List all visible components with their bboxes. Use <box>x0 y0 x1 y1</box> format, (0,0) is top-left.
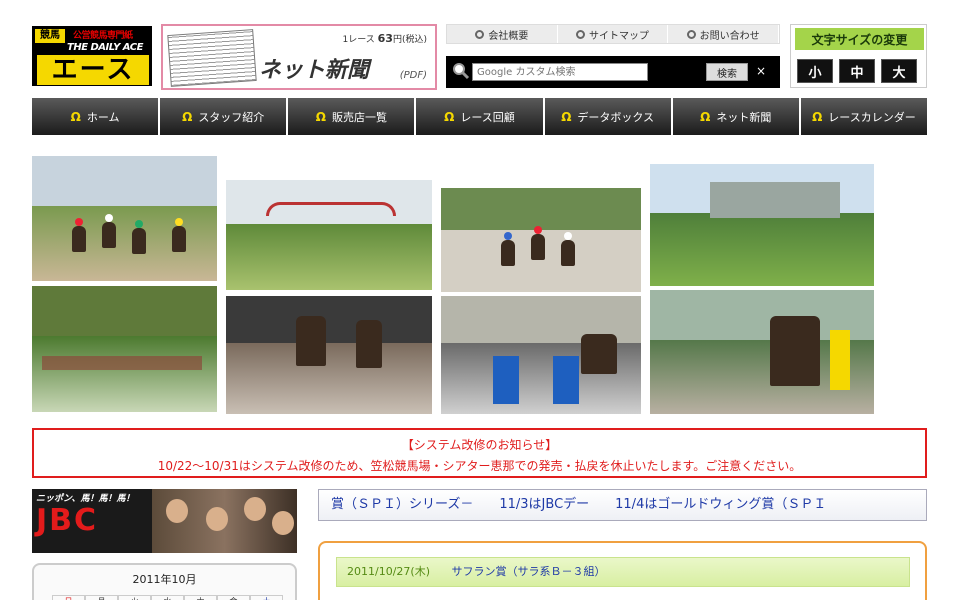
horseshoe-icon: Ω <box>561 109 572 124</box>
main-nav: Ω ホーム Ω スタッフ紹介 Ω 販売店一覧 Ω レース回顧 Ω データボックス Ω ネット… <box>32 98 927 135</box>
font-size-small-button[interactable]: 小 <box>797 59 833 83</box>
nav-item-net-paper[interactable]: Ω ネット新聞 <box>672 98 801 135</box>
photo-collage <box>32 150 874 416</box>
net-paper-banner[interactable]: 1レース 63円(税込) ネット新聞 (PDF) <box>161 24 437 90</box>
net-paper-format: (PDF) <box>399 70 427 81</box>
search-bar: 検索 × <box>446 56 780 88</box>
nav-item-home[interactable]: Ω ホーム <box>32 98 161 135</box>
jbc-people-image <box>152 489 297 553</box>
weekday-mon: 月 <box>85 595 118 600</box>
notice-body: 10/22～10/31はシステム改修のため、笠松競馬場・シアター恵那での発売・払… <box>157 459 802 473</box>
top-link-company[interactable]: 会社概要 <box>447 25 558 43</box>
horseshoe-icon: Ω <box>70 109 81 124</box>
circle-bullet-icon <box>475 29 485 39</box>
horseshoe-icon: Ω <box>315 109 326 124</box>
newspaper-sheet-image <box>167 29 257 87</box>
top-link-contact[interactable]: お問い合わせ <box>668 25 780 43</box>
font-size-panel: 文字サイズの変更 小 中 大 <box>790 24 927 88</box>
logo-japanese: エース <box>37 55 149 85</box>
horseshoe-icon: Ω <box>444 109 455 124</box>
logo-english: THE DAILY ACE <box>67 42 143 53</box>
close-icon[interactable]: × <box>756 64 766 78</box>
weekday-wed: 水 <box>151 595 184 600</box>
font-size-title: 文字サイズの変更 <box>795 28 924 50</box>
photo-bridge-course <box>226 180 432 290</box>
photo-homestretch <box>441 188 641 292</box>
jbc-banner[interactable]: ニッポン、馬！馬！馬！ JBC <box>32 489 297 553</box>
photo-paddock <box>441 296 641 414</box>
photo-grandstand <box>650 164 874 286</box>
system-notice: 【システム改修のお知らせ】 10/22～10/31はシステム改修のため、笠松競馬… <box>32 428 927 478</box>
nav-item-staff[interactable]: Ω スタッフ紹介 <box>160 98 289 135</box>
photo-race-turn <box>32 156 217 281</box>
weekday-thu: 木 <box>184 595 217 600</box>
logo-kind: 競馬 <box>35 29 65 43</box>
logo-category: 公営競馬専門紙 <box>73 31 133 41</box>
top-links: 会社概要 サイトマップ お問い合わせ <box>446 24 780 44</box>
jbc-logo: JBC <box>36 503 99 538</box>
race-list-item[interactable]: 2011/10/27(木) サフラン賞（サラ系Ｂ－３組） <box>336 557 910 587</box>
race-list-panel: 2011/10/27(木) サフラン賞（サラ系Ｂ－３組） <box>318 541 927 600</box>
photo-turf-field <box>32 286 217 412</box>
horseshoe-icon: Ω <box>700 109 711 124</box>
photo-winner-horse <box>650 290 874 414</box>
font-size-large-button[interactable]: 大 <box>881 59 917 83</box>
weekday-sun: 日 <box>52 595 85 600</box>
weekday-sat: 土 <box>250 595 283 600</box>
race-name[interactable]: サフラン賞（サラ系Ｂ－３組） <box>451 565 605 578</box>
net-paper-price: 1レース 63円(税込) <box>342 32 428 45</box>
nav-item-race-review[interactable]: Ω レース回顧 <box>416 98 545 135</box>
horseshoe-icon: Ω <box>182 109 193 124</box>
site-logo[interactable]: 競馬 公営競馬専門紙 THE DAILY ACE エース <box>32 26 152 86</box>
notice-title: 【システム改修のお知らせ】 <box>401 438 558 452</box>
search-input[interactable] <box>472 63 648 81</box>
race-date: 2011/10/27(木) <box>347 565 430 578</box>
font-size-medium-button[interactable]: 中 <box>839 59 875 83</box>
photo-hooves-closeup <box>226 296 432 414</box>
net-paper-title: ネット新聞 <box>259 58 370 83</box>
calendar-month: 2011年10月 <box>132 573 197 586</box>
search-icon <box>453 63 470 80</box>
horseshoe-icon: Ω <box>812 109 823 124</box>
weekday-fri: 金 <box>217 595 250 600</box>
calendar-weekdays: 日 月 火 水 木 金 土 <box>52 595 283 600</box>
news-ticker[interactable]: 賞（ＳＰＩ）シリーズ－ 11/3はJBCデー 11/4はゴールドウィング賞（ＳＰ… <box>318 489 927 521</box>
nav-item-shops[interactable]: Ω 販売店一覧 <box>288 98 417 135</box>
nav-item-databox[interactable]: Ω データボックス <box>544 98 673 135</box>
circle-bullet-icon <box>686 29 696 39</box>
race-calendar-widget: 2011年10月 日 月 火 水 木 金 土 <box>32 563 297 600</box>
top-link-sitemap[interactable]: サイトマップ <box>558 25 669 43</box>
nav-item-race-calendar[interactable]: Ω レースカレンダー <box>800 98 927 135</box>
weekday-tue: 火 <box>118 595 151 600</box>
circle-bullet-icon <box>576 29 585 39</box>
search-button[interactable]: 検索 <box>706 63 748 81</box>
